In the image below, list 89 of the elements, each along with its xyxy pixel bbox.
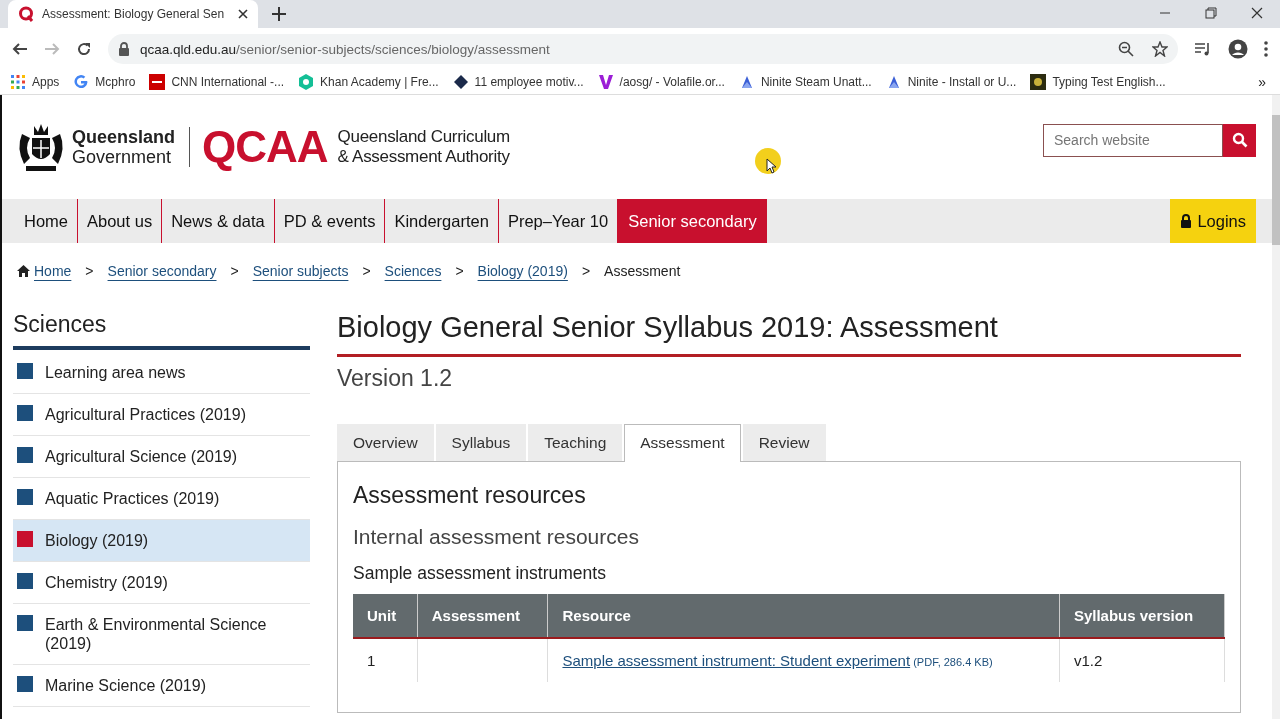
nav-item[interactable]: PD & events — [273, 199, 385, 243]
breadcrumb-separator: > — [85, 263, 94, 279]
sidebar-item[interactable]: Agricultural Science (2019) — [13, 436, 310, 478]
back-icon[interactable] — [12, 41, 28, 57]
subsection-heading: Sample assessment instruments — [353, 563, 607, 584]
sidebar-item[interactable]: Biology (2019) — [13, 520, 310, 562]
account-icon[interactable] — [1228, 39, 1248, 59]
column-header: Assessment — [417, 594, 548, 638]
government-name: Government — [72, 147, 173, 167]
version-label: Version 1.2 — [337, 365, 454, 392]
table-cell: 1 — [353, 638, 418, 682]
breadcrumb-link[interactable]: Senior subjects — [252, 263, 349, 279]
scroll-thumb[interactable] — [1272, 115, 1280, 245]
qcaa-logo[interactable]: QCAA — [202, 122, 328, 172]
sidebar-item[interactable]: Earth & Environmental Science (2019) — [13, 604, 310, 665]
breadcrumb-link[interactable]: Biology (2019) — [477, 263, 568, 279]
search-button[interactable] — [1223, 123, 1256, 157]
site-icon — [73, 74, 90, 90]
sidebar-item[interactable]: Chemistry (2019) — [13, 562, 310, 604]
page-title: Biology General Senior Syllabus 2019: Assessment — [337, 311, 1241, 357]
site-icon — [1030, 74, 1047, 90]
government-name: Queensland — [72, 127, 176, 147]
organisation-name: Queensland Curriculum — [337, 127, 510, 147]
tab[interactable]: Review — [742, 424, 826, 461]
bookmark-link[interactable]: 11 employee motiv... — [452, 74, 584, 90]
restore-icon[interactable] — [1205, 7, 1217, 19]
site-icon — [597, 74, 614, 90]
organisation-name: & Assessment Authority — [337, 147, 510, 167]
playlist-icon[interactable] — [1194, 41, 1212, 57]
site-icon — [18, 6, 34, 22]
section-heading: Assessment resources — [353, 482, 587, 509]
address-field[interactable]: qcaa.qld.edu.au/senior/senior-subjects/sciences/biology/assessment — [108, 34, 1178, 64]
column-header: Syllabus version — [1059, 594, 1225, 638]
cursor-icon — [754, 147, 782, 175]
sidebar-item[interactable]: Learning area news — [13, 352, 310, 394]
breadcrumb-separator: > — [455, 263, 464, 279]
search-field[interactable]: Search website — [1043, 123, 1223, 157]
bookmark-link[interactable]: Khan Academy | Fre... — [298, 74, 439, 90]
home-icon — [17, 265, 30, 277]
sidebar-item[interactable]: Marine Science (2019) — [13, 665, 310, 707]
breadcrumb-separator: > — [581, 263, 591, 279]
bookmark-link[interactable]: Typing Test English... — [1030, 74, 1166, 90]
star-icon — [1152, 41, 1168, 57]
breadcrumb-separator: > — [230, 263, 239, 279]
nav-item[interactable]: News & data — [161, 199, 274, 243]
reload-icon[interactable] — [76, 41, 92, 57]
bookmark-link[interactable]: /aosg/ - Volafile.or... — [597, 74, 725, 90]
bookmark-link[interactable]: Ninite - Install or U... — [885, 74, 1017, 90]
tab[interactable]: Syllabus — [435, 424, 527, 461]
column-header: Unit — [353, 594, 418, 638]
browser-tab[interactable]: Assessment: Biology General Sen — [8, 0, 258, 28]
breadcrumb-link[interactable]: Home — [34, 263, 72, 279]
breadcrumb-current: Assessment — [604, 263, 681, 279]
nav-item[interactable]: Kindergarten — [384, 199, 498, 243]
resource-link[interactable]: Sample assessment instrument: Student experiment — [562, 652, 911, 669]
scrollbar[interactable] — [1272, 95, 1280, 719]
lock-icon — [118, 42, 130, 56]
more-bookmarks-button[interactable]: » — [1254, 74, 1270, 90]
zoom-icon — [1118, 41, 1134, 57]
close-icon[interactable] — [1251, 7, 1263, 19]
site-icon — [149, 74, 166, 90]
bookmark-link[interactable]: Mcphro — [73, 74, 136, 90]
diamond-icon — [452, 74, 469, 90]
bookmark-link[interactable]: Apps — [10, 74, 60, 90]
bookmark-link[interactable]: CNN International -... — [149, 74, 285, 90]
sidebar-item[interactable]: Agricultural Practices (2019) — [13, 394, 310, 436]
close-icon[interactable] — [238, 9, 248, 19]
sidebar-title: Sciences — [13, 311, 310, 350]
breadcrumb-link[interactable]: Sciences — [384, 263, 442, 279]
bookmark-link[interactable]: Ninite Steam Unatt... — [738, 74, 872, 90]
nav-item[interactable]: About us — [77, 199, 162, 243]
table-cell: v1.2 — [1059, 638, 1225, 682]
search-icon — [1231, 132, 1248, 148]
logins-button[interactable]: Logins — [1170, 199, 1256, 243]
menu-icon[interactable] — [1264, 41, 1268, 57]
breadcrumb-separator: > — [362, 263, 371, 279]
breadcrumb-link[interactable]: Senior secondary — [107, 263, 217, 279]
tab[interactable]: Teaching — [528, 424, 623, 461]
nav-item[interactable]: Senior secondary — [617, 199, 767, 243]
lock-icon — [1180, 214, 1193, 228]
file-info: (PDF, 286.4 KB) — [912, 656, 993, 668]
subsection-heading: Internal assessment resources — [353, 525, 640, 549]
new-tab-icon[interactable] — [272, 7, 286, 21]
site-icon — [298, 74, 315, 90]
tab[interactable]: Overview — [337, 424, 434, 461]
column-header: Resource — [547, 594, 1060, 638]
tab[interactable]: Assessment — [624, 424, 741, 462]
apps-icon — [10, 74, 26, 90]
nav-item[interactable]: Home — [15, 199, 77, 243]
